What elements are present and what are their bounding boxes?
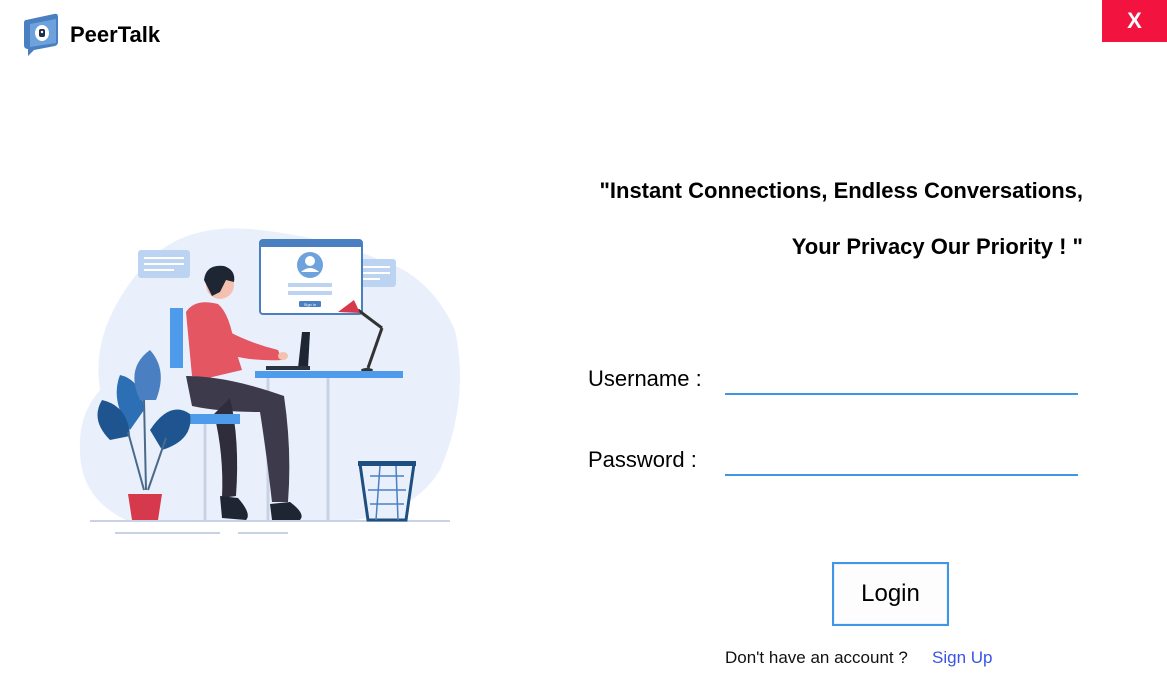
chat-bubble-lock-icon: [24, 13, 58, 56]
app-title: PeerTalk: [70, 22, 161, 47]
password-input[interactable]: [725, 446, 1078, 476]
sign-in-mini-label: Sign In: [304, 302, 316, 307]
waste-bin: [358, 461, 416, 522]
close-button[interactable]: X: [1102, 0, 1167, 42]
signup-prompt: Don't have an account ?: [725, 648, 908, 667]
plant-pot: [128, 494, 162, 520]
tagline-line-1: "Instant Connections, Endless Conversati…: [599, 178, 1083, 203]
username-input[interactable]: [725, 365, 1078, 395]
signup-link[interactable]: Sign Up: [932, 648, 992, 668]
login-button[interactable]: Login: [832, 562, 949, 626]
desk-top: [255, 371, 403, 378]
person-working-at-desk-illustration: Sign In: [79, 228, 460, 534]
username-label: Username :: [588, 366, 702, 391]
password-label: Password :: [588, 447, 697, 472]
tagline-line-2: Your Privacy Our Priority ! ": [791, 234, 1083, 259]
chair-back: [170, 308, 183, 368]
